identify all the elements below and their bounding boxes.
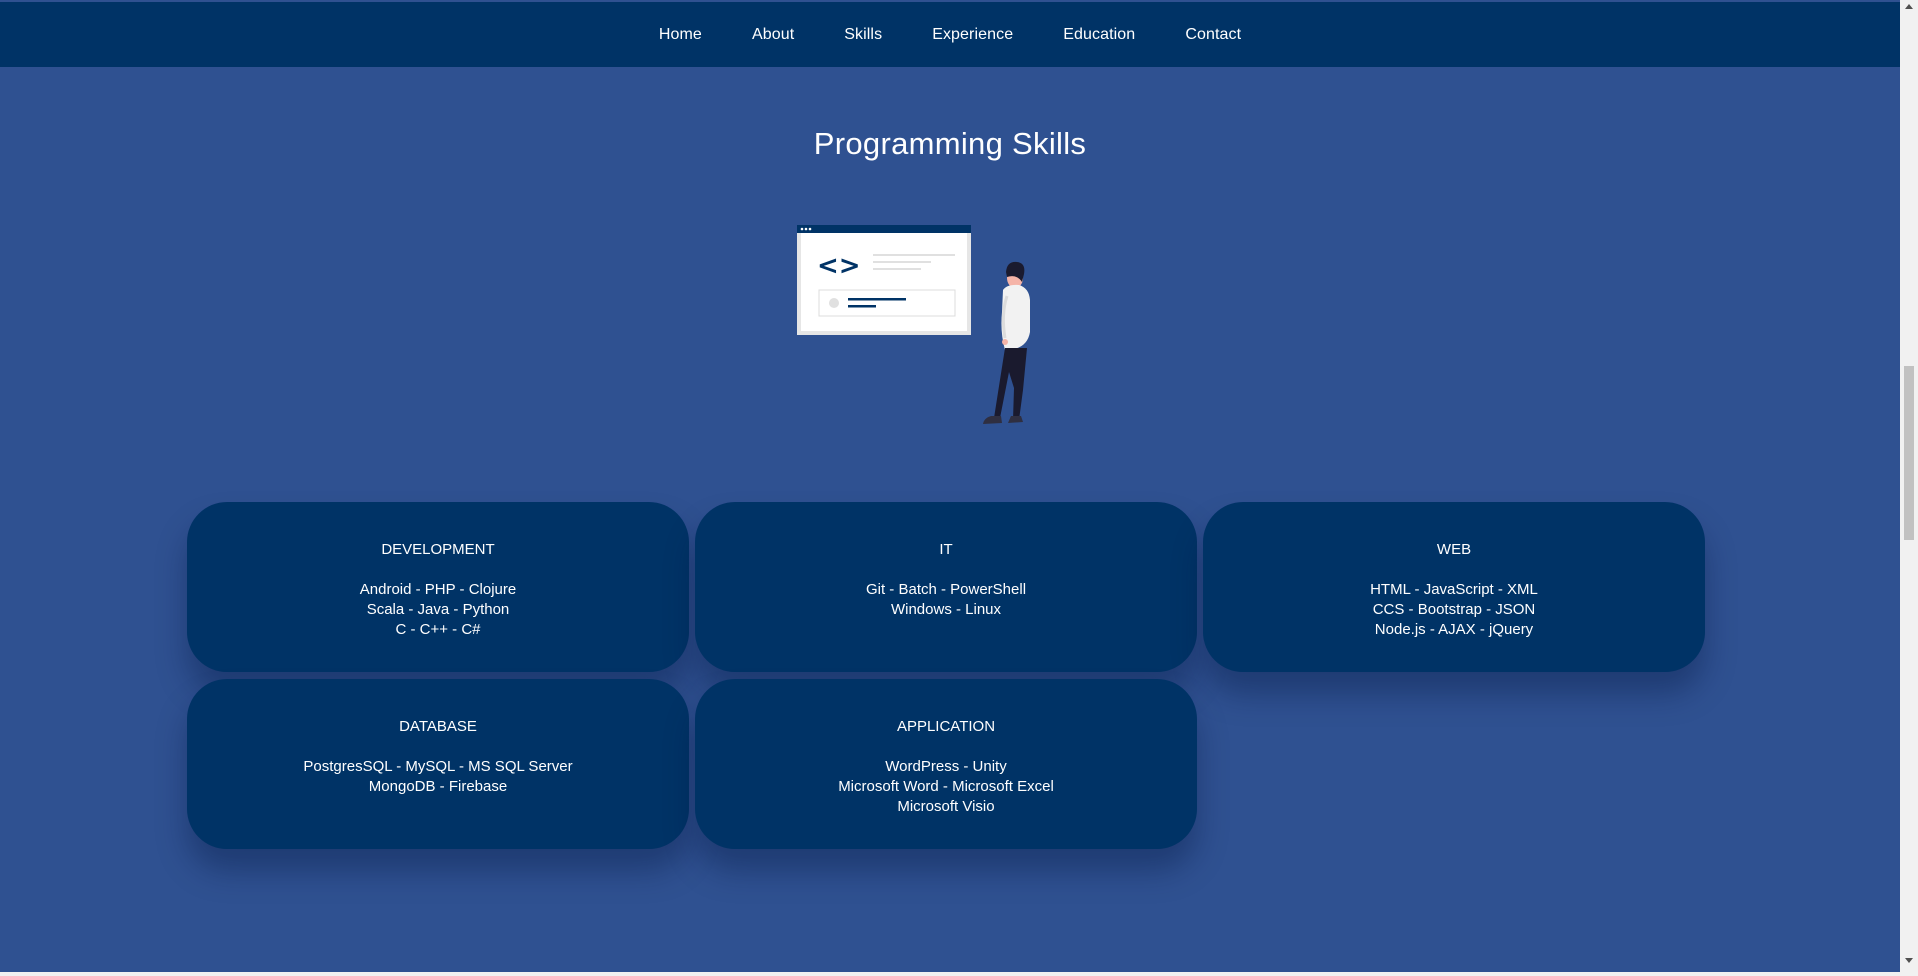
scrollbar-thumb[interactable] <box>1904 366 1914 540</box>
skill-card-web: WEB HTML - JavaScript - XML CCS - Bootst… <box>1203 502 1705 672</box>
skill-card-line: WordPress - Unity <box>885 758 1007 775</box>
skill-card-line: Scala - Java - Python <box>366 601 510 618</box>
nav-link-education[interactable]: Education <box>1063 26 1135 44</box>
top-navbar: Home About Skills Experience Education C… <box>0 2 1900 67</box>
skill-card-line: HTML - JavaScript - XML <box>1370 581 1538 598</box>
window-bottom-edge <box>0 972 1918 976</box>
skill-card-line: MongoDB - Firebase <box>368 778 508 795</box>
skill-card-database: DATABASE PostgresSQL - MySQL - MS SQL Se… <box>187 679 689 849</box>
skill-card-title: DATABASE <box>399 718 477 735</box>
nav-link-about[interactable]: About <box>752 26 794 44</box>
developer-illustration: <> <box>795 222 1055 437</box>
skill-card-line: Node.js - AJAX - jQuery <box>1374 621 1534 638</box>
skill-card-application: APPLICATION WordPress - Unity Microsoft … <box>695 679 1197 849</box>
skill-card-title: DEVELOPMENT <box>381 541 495 558</box>
section-title: Programming Skills <box>813 126 1087 161</box>
scroll-up-arrow-icon[interactable] <box>1905 4 1913 9</box>
skill-card-line: Android - PHP - Clojure <box>359 581 517 598</box>
skill-card-line: C - C++ - C# <box>395 621 481 638</box>
skill-card-line: Microsoft Word - Microsoft Excel <box>838 778 1054 795</box>
skill-card-line: Microsoft Visio <box>897 798 995 815</box>
nav-link-experience[interactable]: Experience <box>932 26 1013 44</box>
skill-card-title: APPLICATION <box>896 718 996 735</box>
skill-card-line: PostgresSQL - MySQL - MS SQL Server <box>303 758 573 775</box>
nav-link-home[interactable]: Home <box>659 26 702 44</box>
code-symbol: <> <box>817 251 861 281</box>
skill-card-development: DEVELOPMENT Android - PHP - Clojure Scal… <box>187 502 689 672</box>
page-viewport: Home About Skills Experience Education C… <box>0 0 1900 972</box>
skill-card-line: Git - Batch - PowerShell <box>865 581 1027 598</box>
skill-card-line: Windows - Linux <box>890 601 1002 618</box>
vertical-scrollbar[interactable] <box>1900 0 1918 972</box>
skill-card-line: CCS - Bootstrap - JSON <box>1372 601 1536 618</box>
nav-link-contact[interactable]: Contact <box>1185 26 1241 44</box>
scroll-down-arrow-icon[interactable] <box>1905 958 1913 963</box>
skill-card-it: IT Git - Batch - PowerShell Windows - Li… <box>695 502 1197 672</box>
nav-link-skills[interactable]: Skills <box>844 26 882 44</box>
skill-card-title: WEB <box>1436 541 1472 558</box>
developer-at-code-window-illustration-icon: <> <box>797 225 1030 424</box>
skill-card-title: IT <box>939 541 953 558</box>
